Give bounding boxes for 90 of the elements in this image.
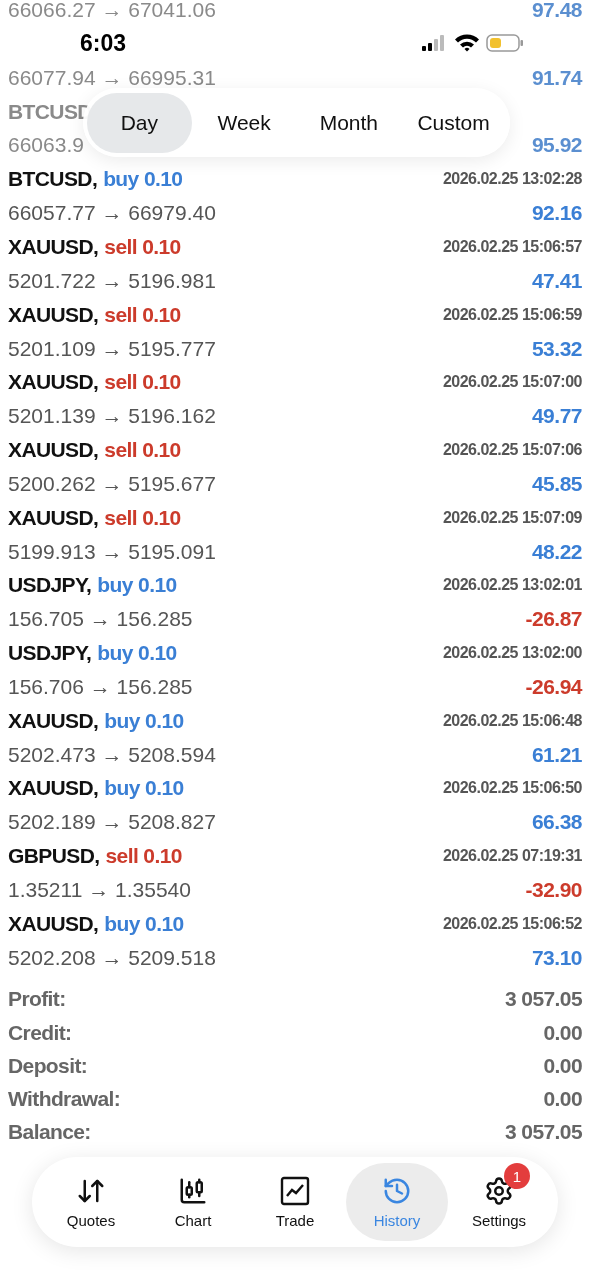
summary-value: 0.00 bbox=[543, 1087, 582, 1112]
time-text: 2026.02.25 13:02:28 bbox=[442, 170, 582, 189]
order-text: sell 0.10 bbox=[105, 844, 182, 869]
profit-text: -26.94 bbox=[525, 674, 582, 699]
price-text: 66063.9 bbox=[8, 133, 84, 158]
summary-label: Credit: bbox=[8, 1020, 72, 1045]
price-text: 5202.208 → 5209.518 bbox=[8, 945, 216, 970]
profit-text: 61.21 bbox=[531, 742, 582, 767]
symbol-text: XAUUSD, bbox=[8, 776, 99, 801]
profit-text: 73.10 bbox=[531, 945, 582, 970]
period-tab[interactable]: Month bbox=[296, 92, 402, 153]
profit-text: 97.48 bbox=[531, 0, 582, 22]
price-text: 5202.473 → 5208.594 bbox=[8, 742, 216, 767]
symbol-text: GBPUSD, bbox=[8, 844, 100, 869]
summary-value: 0.00 bbox=[543, 1053, 582, 1078]
time-text: 2026.02.25 15:07:09 bbox=[442, 508, 582, 527]
wifi-icon bbox=[454, 33, 480, 52]
symbol-text: BTCUSD, bbox=[8, 167, 98, 192]
time-text: 2026.02.25 15:06:57 bbox=[442, 238, 582, 256]
order-text: sell 0.10 bbox=[104, 438, 181, 463]
time-text: 2026.02.25 15:07:06 bbox=[442, 441, 582, 460]
summary-label: Profit: bbox=[8, 987, 66, 1012]
summary-value: 3 057.05 bbox=[505, 987, 582, 1012]
period-tab[interactable]: Custom bbox=[401, 92, 506, 153]
summary-value: 0.00 bbox=[543, 1020, 582, 1045]
price-text: 156.706 → 156.285 bbox=[8, 674, 193, 699]
period-tab[interactable]: Day bbox=[87, 92, 192, 153]
price-text: 5202.189 → 5208.827 bbox=[8, 810, 216, 835]
order-text: sell 0.10 bbox=[104, 370, 181, 395]
profit-text: 45.85 bbox=[531, 471, 582, 496]
clock-text: 6:03 bbox=[80, 30, 127, 57]
order-text: buy 0.10 bbox=[104, 776, 184, 801]
symbol-text: USDJPY, bbox=[8, 573, 92, 598]
price-text: 5200.262 → 5195.677 bbox=[8, 471, 216, 496]
time-text: 2026.02.25 15:06:48 bbox=[442, 711, 582, 730]
battery-icon bbox=[486, 33, 524, 52]
order-text: sell 0.10 bbox=[104, 235, 181, 259]
order-text: buy 0.10 bbox=[97, 573, 177, 598]
time-text: 2026.02.25 15:06:59 bbox=[442, 305, 582, 324]
tab-bar-item[interactable]: Trade bbox=[244, 1163, 346, 1241]
order-text: buy 0.10 bbox=[104, 911, 184, 936]
price-text: 1.35211 → 1.35540 bbox=[8, 878, 191, 902]
time-text: 2026.02.25 13:02:01 bbox=[442, 576, 582, 595]
symbol-text: XAUUSD, bbox=[8, 438, 99, 463]
profit-text: 47.41 bbox=[531, 268, 582, 293]
profit-text: 95.92 bbox=[531, 133, 582, 158]
profit-text: 49.77 bbox=[531, 404, 582, 429]
order-text: buy 0.10 bbox=[104, 708, 184, 733]
symbol-text: XAUUSD, bbox=[8, 370, 99, 395]
tab-bar-item[interactable]: Chart bbox=[142, 1163, 244, 1241]
symbol-text: XAUUSD, bbox=[8, 911, 99, 936]
summary-value: 3 057.05 bbox=[505, 1120, 582, 1145]
summary-label: Withdrawal: bbox=[8, 1087, 121, 1112]
profit-text: 53.32 bbox=[531, 336, 582, 361]
price-text: 66077.94 → 66995.31 bbox=[8, 65, 216, 90]
price-text: 66066.27 → 67041.06 bbox=[8, 0, 216, 22]
price-text: 66057.77 → 66979.40 bbox=[8, 201, 216, 226]
profit-text: 48.22 bbox=[531, 539, 582, 564]
time-text: 2026.02.25 15:07:00 bbox=[442, 373, 582, 392]
time-text: 2026.02.25 13:02:00 bbox=[442, 644, 582, 663]
time-text: 2026.02.25 07:19:31 bbox=[442, 847, 582, 866]
order-text: buy 0.10 bbox=[97, 641, 177, 666]
price-text: 156.705 → 156.285 bbox=[8, 607, 193, 632]
notification-badge: 1 bbox=[504, 1163, 530, 1189]
order-text: buy 0.10 bbox=[103, 167, 183, 192]
price-text: 5201.139 → 5196.162 bbox=[8, 404, 216, 429]
period-tab[interactable]: Week bbox=[191, 92, 297, 153]
symbol-text: XAUUSD, bbox=[8, 708, 99, 733]
profit-text: -32.90 bbox=[525, 878, 582, 902]
settings-icon bbox=[484, 1175, 514, 1206]
tab-bar-item[interactable]: Settings 1 bbox=[448, 1163, 550, 1241]
profit-text: 91.74 bbox=[531, 65, 582, 90]
price-text: 5201.109 → 5195.777 bbox=[8, 336, 216, 361]
line-chart-icon bbox=[280, 1175, 310, 1206]
order-text: sell 0.10 bbox=[104, 505, 181, 530]
order-text: sell 0.10 bbox=[104, 302, 181, 327]
price-text: 5199.913 → 5195.091 bbox=[8, 539, 216, 564]
time-text: 2026.02.25 15:06:50 bbox=[442, 779, 582, 798]
profit-text: -26.87 bbox=[525, 607, 582, 632]
price-text: 5201.722 → 5196.981 bbox=[8, 268, 216, 293]
symbol-text: XAUUSD, bbox=[8, 302, 99, 327]
symbol-text: XAUUSD, bbox=[8, 235, 99, 259]
symbol-text: USDJPY, bbox=[8, 641, 92, 666]
profit-text: 66.38 bbox=[531, 810, 582, 835]
symbol-text: XAUUSD, bbox=[8, 505, 99, 530]
summary-label: Balance: bbox=[8, 1120, 91, 1145]
summary-label: Deposit: bbox=[8, 1053, 88, 1078]
tab-bar-item[interactable]: Quotes bbox=[40, 1163, 142, 1241]
profit-text: 92.16 bbox=[531, 201, 582, 226]
time-text: 2026.02.25 15:06:52 bbox=[442, 914, 582, 933]
